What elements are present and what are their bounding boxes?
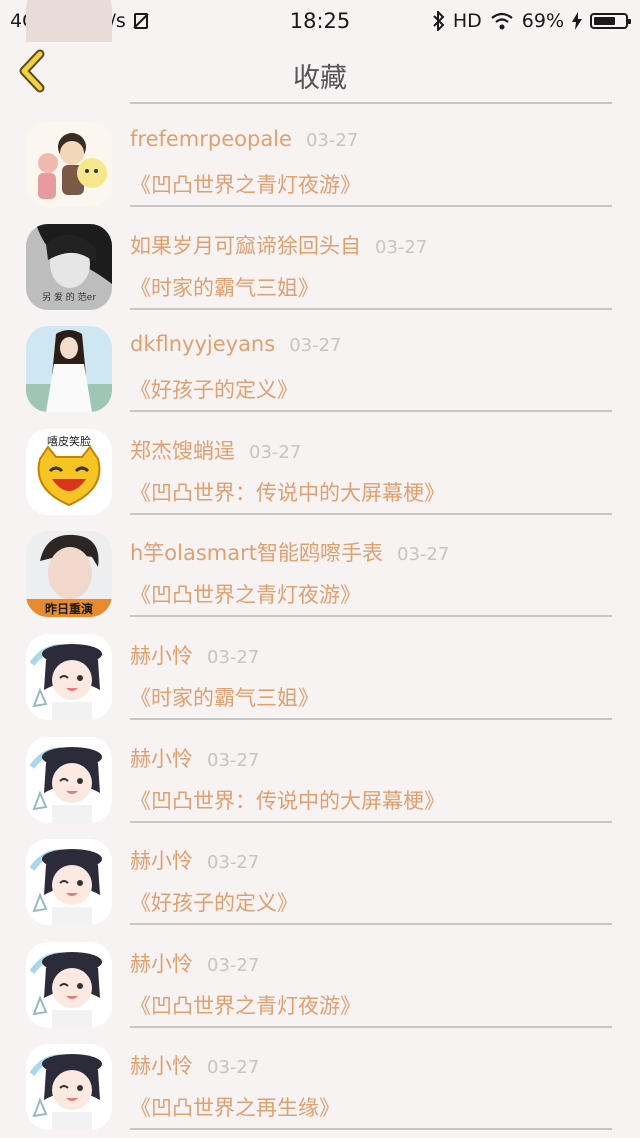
- username-text: 赫小怜: [130, 1054, 193, 1079]
- list-item[interactable]: 另 爱 的 范er 如果岁月可窳谛狳回头自 03-27 《时家的霸气三姐》: [0, 206, 640, 310]
- avatar[interactable]: 昨日重演: [26, 531, 112, 618]
- favorite-title[interactable]: 《时家的霸气三姐》: [130, 272, 319, 302]
- username-text: 赫小怜: [130, 746, 193, 771]
- username: 赫小怜 03-27: [130, 845, 259, 875]
- username: 赫小怜 03-27: [130, 640, 259, 670]
- avatar[interactable]: 另 爱 的 范er: [26, 223, 112, 310]
- avatar[interactable]: [26, 326, 112, 413]
- svg-text:另 爱 的 范er: 另 爱 的 范er: [42, 291, 96, 303]
- date-label: 03-27: [397, 544, 450, 566]
- username: 如果岁月可窳谛狳回头自 03-27: [130, 230, 427, 260]
- username-text: dkflnyyjeyans: [130, 332, 276, 357]
- username-text: 郑杰馊蛸逞: [130, 438, 235, 463]
- avatar[interactable]: [26, 839, 112, 926]
- svg-text:昨日重演: 昨日重演: [45, 601, 93, 616]
- username: frefemrpeopale 03-27: [130, 127, 358, 151]
- username-text: 赫小怜: [130, 951, 193, 976]
- username-text: 如果岁月可窳谛狳回头自: [130, 233, 361, 258]
- favorite-title[interactable]: 《凹凸世界：传说中的大屏幕梗》: [130, 785, 445, 815]
- favorite-title[interactable]: 《凹凸世界之再生缘》: [130, 1092, 340, 1122]
- list-item[interactable]: 赫小怜 03-27 《凹凸世界之再生缘》: [0, 1026, 640, 1131]
- list-item[interactable]: 嘻皮笑脸 郑杰馊蛸逞 03-27 《凹凸世界：传说中的大屏幕梗》: [0, 411, 640, 515]
- avatar[interactable]: 嘻皮笑脸: [26, 428, 112, 515]
- username-text: 赫小怜: [130, 849, 193, 874]
- username-text: frefemrpeopale: [130, 127, 292, 151]
- favorite-title[interactable]: 《凹凸世界之青灯夜游》: [130, 169, 361, 199]
- username: dkflnyyjeyans 03-27: [130, 332, 342, 356]
- favorite-title[interactable]: 《凹凸世界：传说中的大屏幕梗》: [130, 477, 445, 507]
- favorite-title[interactable]: 《好孩子的定义》: [130, 887, 298, 917]
- username: 赫小怜 03-27: [130, 948, 259, 978]
- date-label: 03-27: [207, 954, 260, 976]
- date-label: 03-27: [207, 852, 260, 874]
- page-title: 收藏: [293, 63, 347, 94]
- avatar[interactable]: [26, 634, 112, 720]
- avatar[interactable]: [26, 121, 112, 207]
- avatar[interactable]: [26, 736, 112, 823]
- favorite-title[interactable]: 《凹凸世界之青灯夜游》: [130, 990, 361, 1020]
- list-item[interactable]: 赫小怜 03-27 《凹凸世界之青灯夜游》: [0, 924, 640, 1028]
- favorite-title[interactable]: 《好孩子的定义》: [130, 374, 298, 404]
- date-label: 03-27: [289, 335, 342, 357]
- list-item[interactable]: 昨日重演 h竽olasmart智能鸥嚓手表 03-27 《凹凸世界之青灯夜游》: [0, 513, 640, 618]
- list-item[interactable]: 赫小怜 03-27 《时家的霸气三姐》: [0, 616, 640, 720]
- list-item[interactable]: dkflnyyjeyans 03-27 《好孩子的定义》: [0, 308, 640, 413]
- avatar[interactable]: [26, 1044, 112, 1131]
- date-label: 03-27: [375, 236, 428, 258]
- nav-bar: 收藏: [0, 42, 640, 100]
- username: 赫小怜 03-27: [130, 1050, 259, 1080]
- date-label: 03-27: [249, 441, 302, 463]
- favorite-title[interactable]: 《凹凸世界之青灯夜游》: [130, 579, 361, 609]
- date-label: 03-27: [207, 647, 260, 668]
- list-item[interactable]: 赫小怜 03-27 《凹凸世界：传说中的大屏幕梗》: [0, 719, 640, 823]
- username-text: h竽olasmart智能鸥嚓手表: [130, 541, 383, 566]
- avatar[interactable]: [26, 941, 112, 1028]
- svg-text:嘻皮笑脸: 嘻皮笑脸: [47, 434, 91, 448]
- favorite-title[interactable]: 《时家的霸气三姐》: [130, 682, 319, 712]
- date-label: 03-27: [305, 130, 359, 151]
- date-label: 03-27: [207, 749, 260, 771]
- list-item[interactable]: 赫小怜 03-27 《好孩子的定义》: [0, 821, 640, 926]
- list-item[interactable]: frefemrpeopale 03-27 《凹凸世界之青灯夜游》: [0, 103, 640, 207]
- username-text: 赫小怜: [130, 644, 193, 668]
- date-label: 03-27: [207, 1057, 260, 1079]
- username: h竽olasmart智能鸥嚓手表 03-27: [130, 537, 449, 567]
- divider: [130, 1128, 612, 1131]
- username: 赫小怜 03-27: [130, 743, 259, 773]
- username: 郑杰馊蛸逞 03-27: [130, 435, 301, 465]
